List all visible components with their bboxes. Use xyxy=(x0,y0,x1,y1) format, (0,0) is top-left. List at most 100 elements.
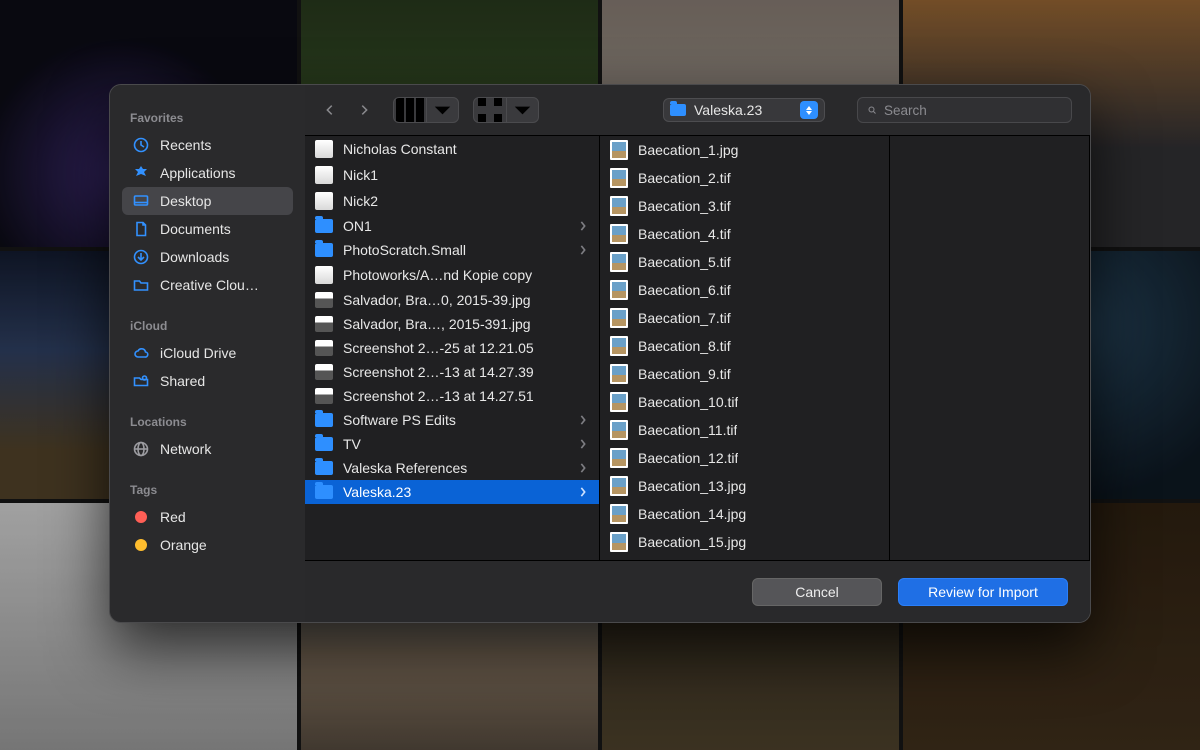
file-row[interactable]: PhotoScratch.Small xyxy=(305,238,599,262)
sidebar-item-icloud-drive[interactable]: iCloud Drive xyxy=(122,339,293,367)
sidebar-item-label: Orange xyxy=(160,537,207,553)
folder-icon xyxy=(670,104,686,116)
file-row[interactable]: Baecation_13.jpg xyxy=(600,472,889,500)
globe-icon xyxy=(132,440,150,458)
file-row[interactable]: Baecation_7.tif xyxy=(600,304,889,332)
finder-sidebar: FavoritesRecentsApplicationsDesktopDocum… xyxy=(110,85,305,622)
file-name: Baecation_1.jpg xyxy=(638,142,738,158)
file-row[interactable]: Baecation_6.tif xyxy=(600,276,889,304)
file-name: Baecation_12.tif xyxy=(638,450,738,466)
file-name: Screenshot 2…-13 at 14.27.51 xyxy=(343,388,534,404)
thumb-icon xyxy=(610,168,628,188)
cloud-icon xyxy=(132,344,150,362)
file-row[interactable]: Baecation_11.tif xyxy=(600,416,889,444)
thumb-icon xyxy=(610,532,628,552)
sidebar-item-network[interactable]: Network xyxy=(122,435,293,463)
folder-icon xyxy=(132,276,150,294)
sidebar-item-desktop[interactable]: Desktop xyxy=(122,187,293,215)
file-row[interactable]: Valeska References xyxy=(305,456,599,480)
file-name: Baecation_7.tif xyxy=(638,310,731,326)
folder-icon xyxy=(315,437,333,451)
tag-icon xyxy=(132,536,150,554)
path-popup[interactable]: Valeska.23 xyxy=(663,98,825,122)
file-row[interactable]: Valeska.23 xyxy=(305,480,599,504)
sidebar-item-orange[interactable]: Orange xyxy=(122,531,293,559)
sidebar-item-label: Applications xyxy=(160,165,236,181)
file-row[interactable]: ON1 xyxy=(305,214,599,238)
sidebar-item-label: Documents xyxy=(160,221,231,237)
img-icon xyxy=(315,316,333,332)
thumb-icon xyxy=(610,308,628,328)
file-row[interactable]: Baecation_15.jpg xyxy=(600,528,889,556)
file-row[interactable]: Screenshot 2…-25 at 12.21.05 xyxy=(305,336,599,360)
file-row[interactable]: Nick2 xyxy=(305,188,599,214)
file-row[interactable]: Baecation_14.jpg xyxy=(600,500,889,528)
file-name: Screenshot 2…-13 at 14.27.39 xyxy=(343,364,534,380)
view-mode-chevron-icon[interactable] xyxy=(426,98,458,122)
search-input[interactable] xyxy=(884,103,1061,118)
file-row[interactable]: Baecation_3.tif xyxy=(600,192,889,220)
nav-buttons xyxy=(315,97,379,123)
file-row[interactable]: TV xyxy=(305,432,599,456)
sidebar-item-recents[interactable]: Recents xyxy=(122,131,293,159)
file-row[interactable]: Software PS Edits xyxy=(305,408,599,432)
back-button[interactable] xyxy=(315,97,345,123)
review-import-button[interactable]: Review for Import xyxy=(898,578,1068,606)
sidebar-item-downloads[interactable]: Downloads xyxy=(122,243,293,271)
search-field[interactable] xyxy=(857,97,1072,123)
column-1[interactable]: Nicholas ConstantNick1Nick2ON1 PhotoScrat… xyxy=(305,136,600,560)
sidebar-item-label: iCloud Drive xyxy=(160,345,236,361)
group-chevron-icon[interactable] xyxy=(506,98,538,122)
file-row[interactable]: Baecation_5.tif xyxy=(600,248,889,276)
file-row[interactable]: Nicholas Constant xyxy=(305,136,599,162)
file-row[interactable]: Screenshot 2…-13 at 14.27.51 xyxy=(305,384,599,408)
file-row[interactable]: Photoworks/A…nd Kopie copy xyxy=(305,262,599,288)
file-row[interactable]: Salvador, Bra…0, 2015-39.jpg xyxy=(305,288,599,312)
file-row[interactable]: Baecation_1.jpg xyxy=(600,136,889,164)
sidebar-item-label: Red xyxy=(160,509,186,525)
file-name: Salvador, Bra…0, 2015-39.jpg xyxy=(343,292,531,308)
sidebar-item-documents[interactable]: Documents xyxy=(122,215,293,243)
file-row[interactable]: Baecation_8.tif xyxy=(600,332,889,360)
file-row[interactable]: Nick1 xyxy=(305,162,599,188)
folder-icon xyxy=(315,485,333,499)
sidebar-item-shared[interactable]: Shared xyxy=(122,367,293,395)
forward-button[interactable] xyxy=(349,97,379,123)
grid-icon[interactable] xyxy=(474,98,506,122)
file-row[interactable]: Baecation_4.tif xyxy=(600,220,889,248)
file-name: Baecation_15.jpg xyxy=(638,534,746,550)
columns-view-icon[interactable] xyxy=(394,98,426,122)
file-row[interactable]: Salvador, Bra…, 2015-391.jpg xyxy=(305,312,599,336)
file-name: Baecation_5.tif xyxy=(638,254,731,270)
file-row[interactable]: Screenshot 2…-13 at 14.27.39 xyxy=(305,360,599,384)
file-name: Software PS Edits xyxy=(343,412,456,428)
file-row[interactable]: Baecation_9.tif xyxy=(600,360,889,388)
search-icon xyxy=(868,103,876,117)
sidebar-item-applications[interactable]: Applications xyxy=(122,159,293,187)
file-name: Baecation_11.tif xyxy=(638,422,737,438)
sidebar-heading: iCloud xyxy=(122,315,293,339)
sidebar-item-red[interactable]: Red xyxy=(122,503,293,531)
view-mode-segment[interactable] xyxy=(393,97,459,123)
file-name: Salvador, Bra…, 2015-391.jpg xyxy=(343,316,531,332)
file-row[interactable]: Baecation_10.tif xyxy=(600,388,889,416)
file-row[interactable]: Baecation_12.tif xyxy=(600,444,889,472)
thumb-icon xyxy=(610,196,628,216)
file-name: Baecation_2.tif xyxy=(638,170,731,186)
doc-icon xyxy=(132,220,150,238)
file-name: PhotoScratch.Small xyxy=(343,242,466,258)
group-segment[interactable] xyxy=(473,97,539,123)
column-2[interactable]: Baecation_1.jpg Baecation_2.tif Baecation_… xyxy=(600,136,890,560)
chevron-right-icon xyxy=(579,460,587,476)
doc-icon xyxy=(315,166,333,184)
file-row[interactable]: Baecation_2.tif xyxy=(600,164,889,192)
tag-icon xyxy=(132,508,150,526)
folder-icon xyxy=(315,219,333,233)
thumb-icon xyxy=(610,364,628,384)
thumb-icon xyxy=(610,140,628,160)
download-icon xyxy=(132,248,150,266)
cancel-button[interactable]: Cancel xyxy=(752,578,882,606)
sidebar-item-creative-clou-[interactable]: Creative Clou… xyxy=(122,271,293,299)
apps-icon xyxy=(132,164,150,182)
dialog-footer: Cancel Review for Import xyxy=(305,560,1090,622)
